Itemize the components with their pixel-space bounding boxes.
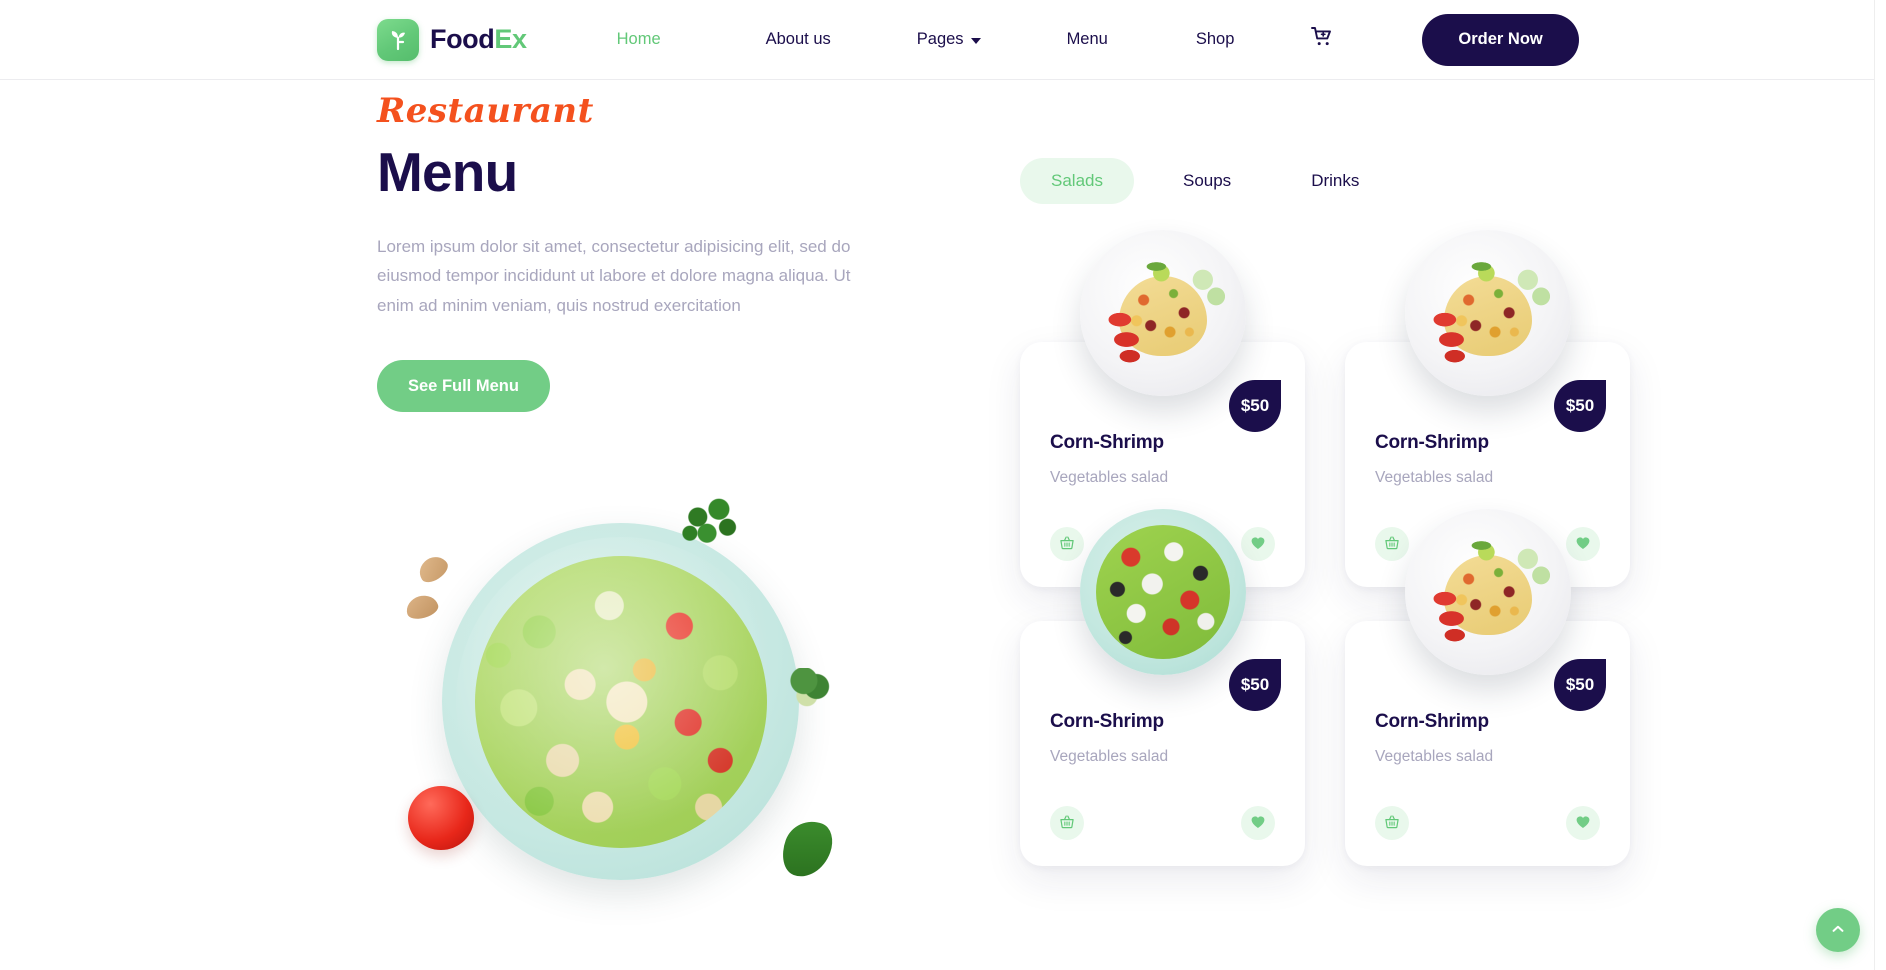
product-subtitle: Vegetables salad: [1375, 469, 1494, 486]
heart-icon: [1575, 535, 1591, 554]
product-image: [1079, 230, 1246, 396]
product-title: Corn-Shrimp: [1050, 432, 1164, 453]
heart-icon: [1250, 535, 1266, 554]
product-subtitle: Vegetables salad: [1375, 748, 1494, 765]
nav-label-menu: Menu: [1066, 30, 1108, 48]
product-title: Corn-Shrimp: [1050, 711, 1164, 732]
heart-icon: [1575, 814, 1591, 833]
nav-item-about-us[interactable]: About us: [762, 30, 835, 49]
leaf-sprout-icon: [377, 18, 419, 61]
main-navigation: Home About us Pages Menu Shop: [613, 25, 1335, 54]
product-title: Corn-Shrimp: [1375, 432, 1489, 453]
heart-icon: [1250, 814, 1266, 833]
cart-button[interactable]: [1310, 25, 1334, 54]
spinach-leaf-garnish-icon: [775, 813, 839, 885]
add-to-cart-button[interactable]: [1375, 806, 1409, 840]
favorite-button[interactable]: [1566, 527, 1600, 561]
salad-food: [474, 555, 767, 848]
basket-icon: [1384, 814, 1400, 833]
broccoli-garnish-icon: [788, 668, 830, 710]
nav-item-home[interactable]: Home: [613, 30, 665, 49]
product-subtitle: Vegetables salad: [1050, 469, 1169, 486]
basket-icon: [1059, 814, 1075, 833]
tomato-garnish-icon: [408, 786, 474, 850]
salad-plate: [442, 523, 799, 880]
price-badge: $50: [1229, 380, 1281, 432]
tab-soups[interactable]: Soups: [1152, 158, 1262, 204]
product-image: [1404, 509, 1571, 675]
product-title: Corn-Shrimp: [1375, 711, 1489, 732]
product-grid: $50 Corn-Shrimp Vegetables salad $50 Cor…: [1020, 230, 1630, 866]
see-full-menu-button[interactable]: See Full Menu: [377, 359, 550, 412]
menu-panel: Salads Soups Drinks $50 Corn-Shrimp Vege…: [1020, 80, 1630, 866]
nav-label-home: Home: [616, 30, 661, 48]
favorite-button[interactable]: [1241, 806, 1275, 840]
product-actions: [1375, 806, 1600, 840]
chevron-up-icon: [1829, 920, 1847, 941]
add-to-cart-button[interactable]: [1050, 527, 1084, 561]
basket-icon: [1384, 535, 1400, 554]
almond-garnish-icon: [403, 592, 441, 622]
tab-drinks[interactable]: Drinks: [1280, 158, 1390, 204]
nav-label-shop: Shop: [1195, 30, 1235, 48]
almond-garnish-icon: [414, 551, 452, 587]
brand-name: FoodEx: [430, 24, 527, 55]
page-scrollbar[interactable]: [1874, 0, 1886, 970]
product-card[interactable]: $50 Corn-Shrimp Vegetables salad: [1345, 509, 1630, 866]
main-content: Restaurant Menu Lorem ipsum dolor sit am…: [0, 80, 1874, 969]
basket-icon: [1059, 535, 1075, 554]
hero-description: Lorem ipsum dolor sit amet, consectetur …: [377, 237, 851, 315]
price-badge: $50: [1554, 380, 1606, 432]
scroll-to-top-button[interactable]: [1816, 908, 1860, 952]
order-now-button[interactable]: Order Now: [1422, 13, 1579, 66]
hero-eyebrow: Restaurant: [377, 91, 594, 131]
page-title: Menu: [377, 141, 518, 204]
nav-item-shop[interactable]: Shop: [1192, 30, 1239, 49]
nav-item-menu[interactable]: Menu: [1063, 30, 1112, 49]
nav-label-about-us: About us: [765, 30, 831, 48]
product-card[interactable]: $50 Corn-Shrimp Vegetables salad: [1020, 509, 1305, 866]
product-image: [1079, 509, 1246, 675]
product-actions: [1050, 806, 1275, 840]
favorite-button[interactable]: [1566, 806, 1600, 840]
tab-salads[interactable]: Salads: [1020, 158, 1134, 204]
brand-name-part2: Ex: [494, 24, 527, 54]
hero-salad-image: [390, 490, 840, 940]
parsley-garnish-icon: [678, 496, 744, 556]
chevron-down-icon: [970, 37, 981, 44]
shopping-cart-plus-icon: [1310, 25, 1334, 54]
brand-logo[interactable]: FoodEx: [377, 18, 527, 61]
scrollbar-thumb[interactable]: [1877, 0, 1885, 300]
product-subtitle: Vegetables salad: [1050, 748, 1169, 765]
nav-item-pages[interactable]: Pages: [913, 30, 985, 49]
price-badge: $50: [1229, 659, 1281, 711]
favorite-button[interactable]: [1241, 527, 1275, 561]
hero-text-block: Restaurant Menu Lorem ipsum dolor sit am…: [377, 91, 877, 412]
nav-label-pages: Pages: [916, 30, 964, 48]
category-tabs: Salads Soups Drinks: [1020, 80, 1540, 204]
product-image: [1404, 230, 1571, 396]
brand-name-part1: Food: [430, 24, 495, 54]
site-header: FoodEx Home About us Pages Menu Shop Ord…: [0, 0, 1874, 80]
add-to-cart-button[interactable]: [1050, 806, 1084, 840]
price-badge: $50: [1554, 659, 1606, 711]
